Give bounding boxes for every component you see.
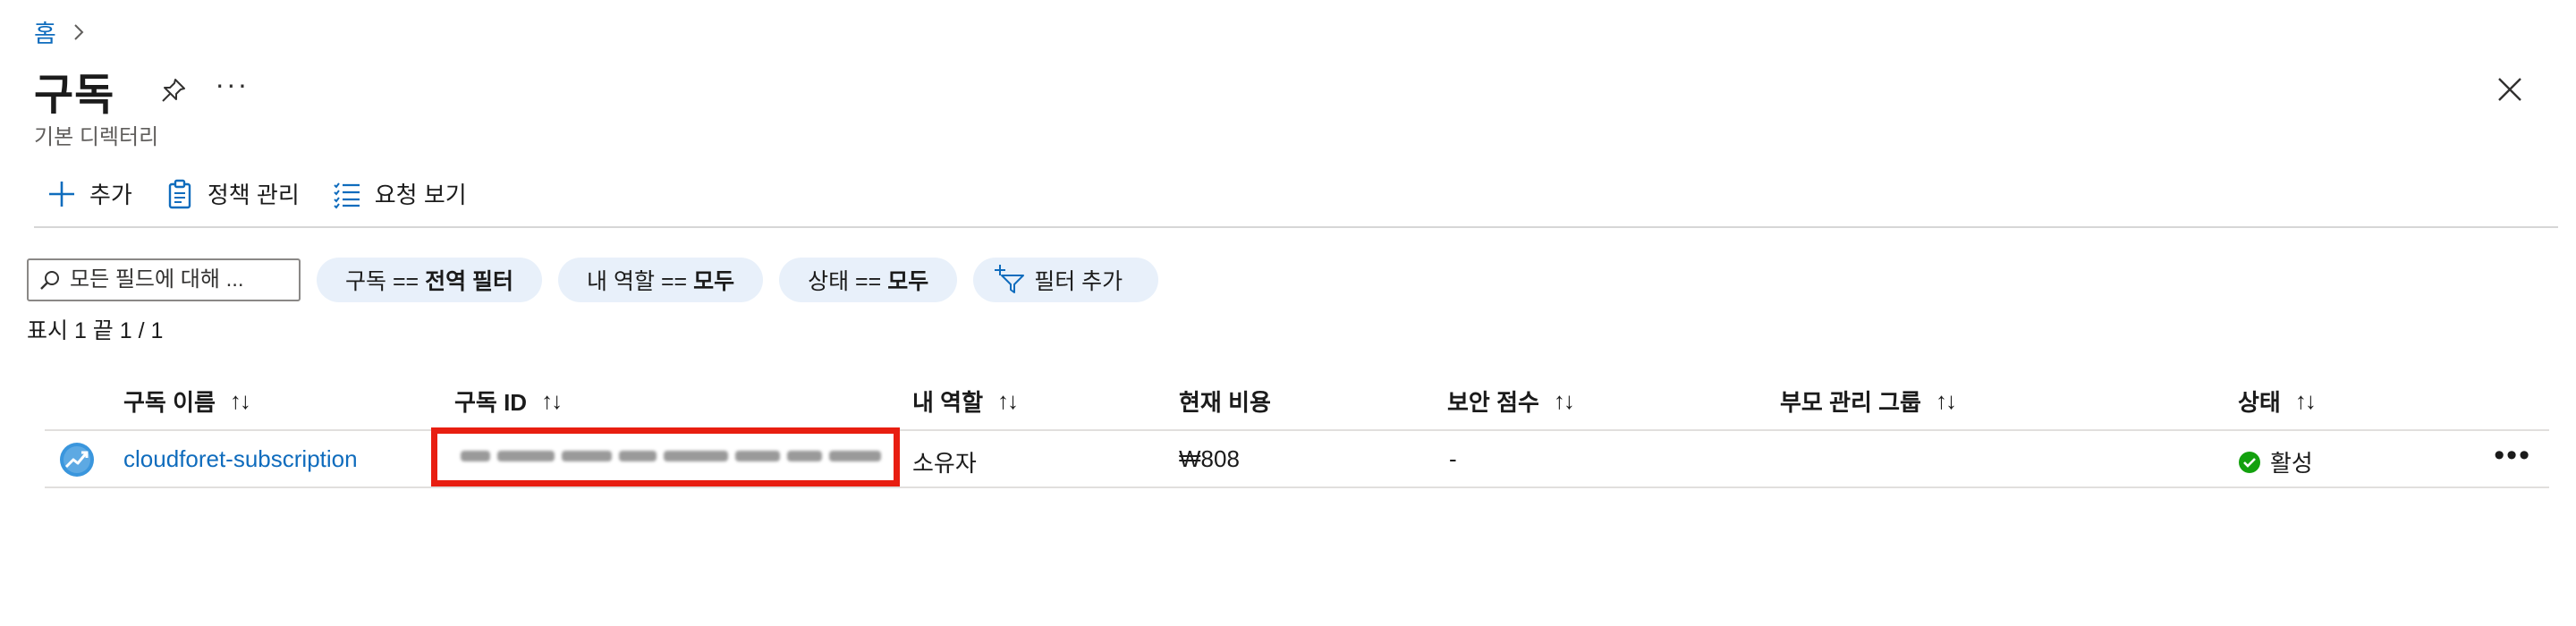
plus-icon [49, 181, 74, 207]
title-row: 구독 ··· [34, 59, 249, 122]
subscription-name-link[interactable]: cloudforet-subscription [123, 445, 358, 473]
search-icon [40, 271, 59, 290]
status-cell: 활성 [2238, 445, 2313, 478]
add-filter-label: 필터 추가 [1034, 269, 1123, 294]
column-header-name[interactable]: 구독 이름 ↑↓ [123, 385, 251, 418]
chevron-right-icon [74, 23, 84, 40]
sort-icon[interactable]: ↑↓ [2295, 387, 2317, 415]
column-header-parent-group[interactable]: 부모 관리 그룹 ↑↓ [1780, 385, 1957, 418]
manage-policy-button[interactable]: 정책 관리 [165, 177, 300, 210]
subscription-id-highlight [431, 427, 900, 486]
table-row[interactable]: cloudforet-subscription 소유자 ₩808 - 활성 ••… [45, 427, 2549, 488]
clipboard-icon [168, 179, 191, 208]
subscription-id-redacted [461, 444, 881, 468]
toolbar-divider [34, 226, 2558, 228]
search-box[interactable] [27, 258, 301, 301]
filter-pill-status[interactable]: 상태 == 모두 [779, 258, 958, 302]
secure-score-cell: - [1449, 445, 1457, 472]
filter-pill-key: 내 역할 == [587, 269, 694, 294]
sort-icon[interactable]: ↑↓ [1936, 387, 1957, 415]
column-header-label: 부모 관리 그룹 [1780, 389, 1921, 416]
check-circle-icon [2239, 451, 2260, 473]
view-requests-button[interactable]: 요청 보기 [332, 177, 467, 210]
filter-bar: 구독 == 전역 필터 내 역할 == 모두 상태 == 모두 필터 추가 [27, 258, 1159, 302]
column-header-label: 구독 ID [454, 389, 528, 416]
pin-icon[interactable] [157, 74, 190, 106]
column-header-status[interactable]: 상태 ↑↓ [2238, 385, 2317, 418]
view-requests-label: 요청 보기 [374, 182, 467, 208]
search-input[interactable] [70, 267, 284, 292]
cost-cell: ₩808 [1179, 445, 1240, 472]
add-filter-icon [995, 265, 1025, 293]
row-more-button[interactable]: ••• [2494, 440, 2531, 470]
column-header-secure-score[interactable]: 보안 점수 ↑↓ [1447, 385, 1575, 418]
command-bar: 추가 정책 관리 요청 보기 [47, 177, 467, 210]
subscription-icon [60, 443, 94, 477]
status-label: 활성 [2270, 450, 2313, 477]
filter-pill-value: 모두 [693, 269, 735, 294]
filter-pill-value: 모두 [887, 269, 929, 294]
column-header-label: 현재 비용 [1179, 389, 1271, 416]
role-cell: 소유자 [912, 450, 977, 477]
table-header: 구독 이름 ↑↓ 구독 ID ↑↓ 내 역할 ↑↓ 현재 비용 보안 점수 ↑↓ 부모 … [45, 368, 2549, 431]
filter-pill-key: 상태 == [808, 269, 888, 294]
result-count: 표시 1 끝 1 / 1 [27, 318, 164, 343]
breadcrumb-home-link[interactable]: 홈 [34, 14, 56, 49]
column-header-cost: 현재 비용 [1179, 385, 1271, 418]
sort-icon[interactable]: ↑↓ [997, 387, 1019, 415]
column-header-label: 내 역할 [912, 389, 983, 416]
sort-icon[interactable]: ↑↓ [541, 387, 563, 415]
column-header-id[interactable]: 구독 ID ↑↓ [454, 385, 563, 418]
filter-pill-key: 구독 == [345, 269, 426, 294]
sort-icon[interactable]: ↑↓ [230, 387, 251, 415]
filter-pill-value: 전역 필터 [425, 269, 514, 294]
column-header-label: 상태 [2238, 389, 2281, 416]
manage-policy-label: 정책 관리 [207, 182, 300, 208]
filter-pill-role[interactable]: 내 역할 == 모두 [558, 258, 764, 302]
add-button-label: 추가 [89, 182, 132, 208]
column-header-label: 보안 점수 [1447, 389, 1539, 416]
close-icon[interactable] [2496, 75, 2524, 104]
more-options-button[interactable]: ··· [215, 70, 249, 98]
list-icon [334, 182, 360, 209]
sort-icon[interactable]: ↑↓ [1554, 387, 1575, 415]
subscriptions-table: 구독 이름 ↑↓ 구독 ID ↑↓ 내 역할 ↑↓ 현재 비용 보안 점수 ↑↓ 부모 … [45, 368, 2549, 488]
add-filter-button[interactable]: 필터 추가 [973, 258, 1159, 302]
add-button[interactable]: 추가 [47, 177, 132, 210]
breadcrumb: 홈 [34, 14, 89, 49]
page-title: 구독 [34, 72, 115, 119]
column-header-label: 구독 이름 [123, 389, 216, 416]
column-header-role[interactable]: 내 역할 ↑↓ [912, 385, 1019, 418]
filter-pill-subscription[interactable]: 구독 == 전역 필터 [317, 258, 543, 302]
page-subtitle: 기본 디렉터리 [34, 125, 159, 149]
